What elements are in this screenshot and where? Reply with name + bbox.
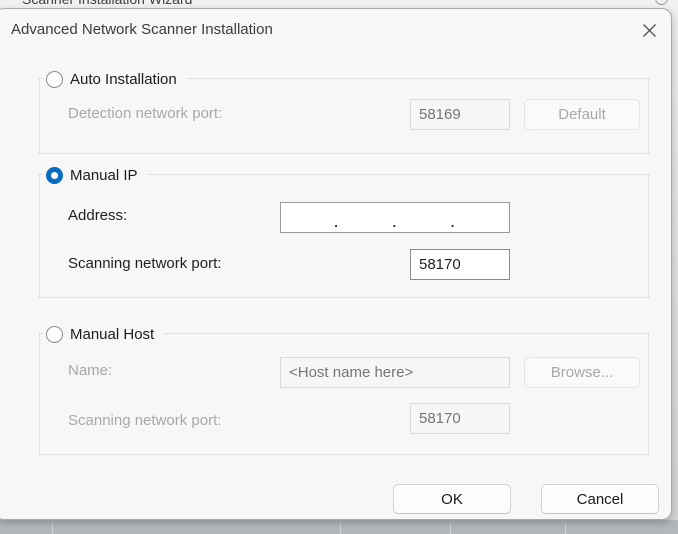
ip-address-input[interactable]: . . . [280, 202, 510, 233]
radio-manual-host[interactable] [46, 326, 63, 343]
scanning-network-port-input-ip[interactable] [410, 249, 510, 280]
radio-manual-ip[interactable] [46, 167, 63, 184]
address-label: Address: [68, 207, 127, 224]
host-name-label: Name: [68, 362, 112, 379]
background-window-title: Scanner Installation Wizard [22, 0, 192, 7]
radio-label-auto-installation: Auto Installation [70, 71, 177, 88]
radio-label-manual-host: Manual Host [70, 326, 154, 343]
detection-network-port-input [410, 99, 510, 130]
default-button: Default [524, 99, 640, 130]
radio-row-manual-host[interactable]: Manual Host [43, 323, 163, 345]
scanning-network-port-input-host [410, 403, 510, 434]
detection-network-port-label: Detection network port: [68, 105, 222, 122]
ip-octet-1[interactable] [281, 203, 334, 232]
group-auto-installation: Auto Installation Detection network port… [39, 78, 649, 154]
group-manual-ip: Manual IP Address: . . . Scanning networ… [39, 174, 649, 298]
close-icon [642, 23, 657, 38]
ip-octet-2[interactable] [339, 203, 392, 232]
dialog-title: Advanced Network Scanner Installation [11, 21, 273, 38]
radio-label-manual-ip: Manual IP [70, 167, 138, 184]
ip-octet-3[interactable] [398, 203, 451, 232]
browse-button: Browse... [524, 357, 640, 388]
radio-auto-installation[interactable] [46, 71, 63, 88]
group-manual-host: Manual Host Name: Browse... Scanning net… [39, 333, 649, 455]
scanning-network-port-label-ip: Scanning network port: [68, 255, 221, 272]
ok-button[interactable]: OK [393, 484, 511, 514]
dialog-advanced-network-scanner-installation: Advanced Network Scanner Installation Au… [0, 8, 672, 520]
scanning-network-port-label-host: Scanning network port: [68, 412, 221, 429]
background-window-close-icon [655, 0, 668, 5]
host-name-input [280, 357, 510, 388]
radio-row-manual-ip[interactable]: Manual IP [43, 164, 147, 186]
cancel-button[interactable]: Cancel [541, 484, 659, 514]
radio-row-auto-installation[interactable]: Auto Installation [43, 68, 186, 90]
background-window-bottom-edge [0, 520, 678, 534]
close-button[interactable] [632, 13, 666, 47]
ip-octet-4[interactable] [456, 203, 509, 232]
